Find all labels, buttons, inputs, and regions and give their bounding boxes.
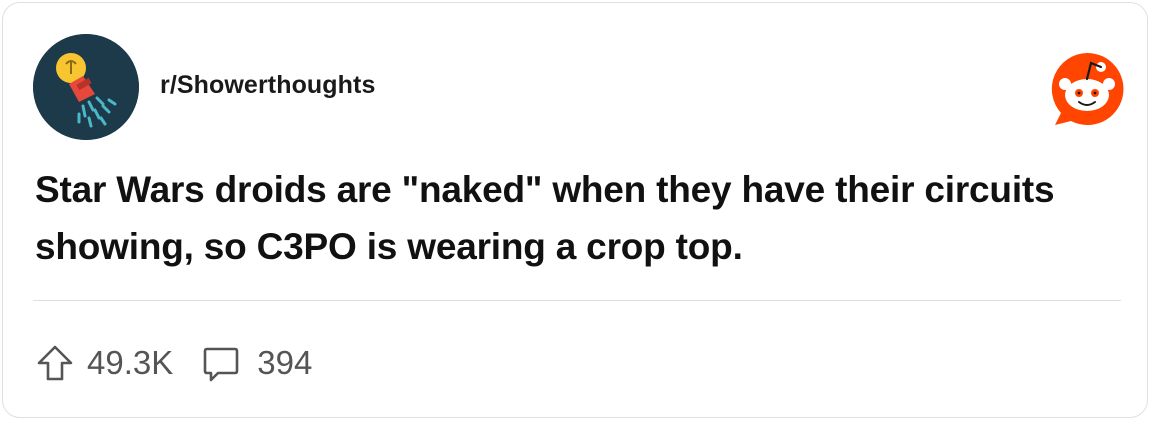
upvote-stat[interactable]: 49.3K (35, 343, 173, 383)
comment-bubble-icon[interactable] (201, 343, 241, 383)
upvote-arrow-icon[interactable] (35, 343, 75, 383)
post-card[interactable]: r/Showerthoughts Star Wars droids are "n… (2, 2, 1148, 418)
comment-stat[interactable]: 394 (173, 343, 312, 383)
divider (33, 300, 1121, 301)
post-title[interactable]: Star Wars droids are "naked" when they h… (35, 161, 1115, 275)
reddit-snoo-icon (1049, 51, 1125, 127)
post-stats: 49.3K 394 (35, 339, 312, 387)
comment-count: 394 (257, 344, 313, 381)
subreddit-name[interactable]: r/Showerthoughts (160, 71, 375, 100)
upvote-count: 49.3K (87, 344, 174, 381)
subreddit-avatar-icon[interactable] (33, 34, 139, 140)
